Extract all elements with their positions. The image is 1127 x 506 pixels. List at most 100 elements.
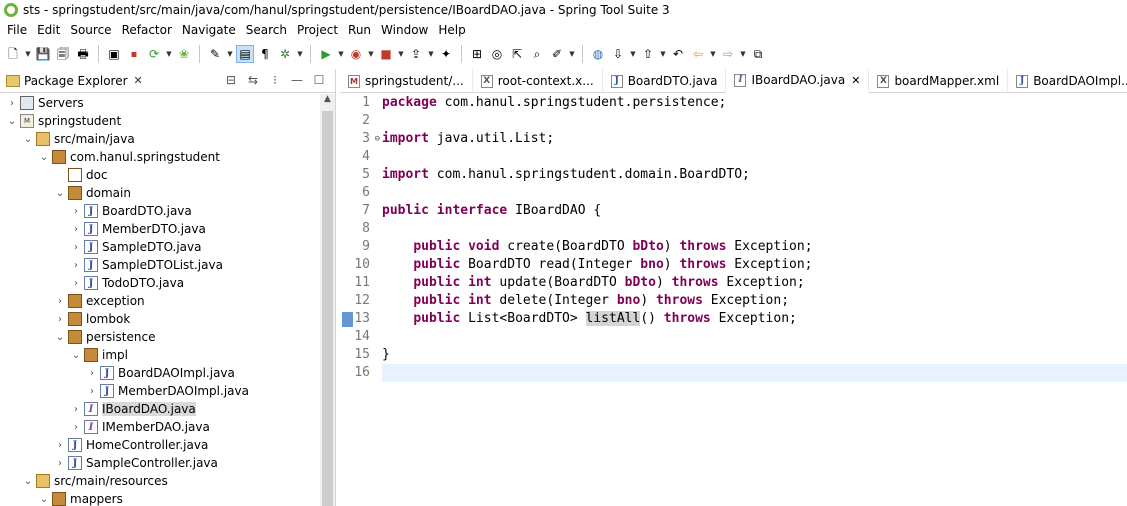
- code-line[interactable]: public int delete(Integer bno) throws Ex…: [382, 292, 1127, 310]
- code-line[interactable]: public List<BoardDTO> listAll() throws E…: [382, 310, 1127, 328]
- tree-item[interactable]: › exception: [0, 292, 320, 310]
- tree-item[interactable]: › J SampleDTO.java: [0, 238, 320, 256]
- view-menu-icon[interactable]: ⁝: [267, 73, 283, 87]
- code-line[interactable]: public int update(BoardDTO bDto) throws …: [382, 274, 1127, 292]
- expanded-chevron-icon[interactable]: ⌄: [22, 476, 34, 487]
- collapsed-chevron-icon[interactable]: ›: [54, 314, 66, 325]
- spring-icon[interactable]: ❀: [175, 45, 193, 63]
- new-type-icon[interactable]: ✦: [437, 45, 455, 63]
- next-annotation-icon[interactable]: ⇩: [609, 45, 627, 63]
- new-icon[interactable]: 🗋: [4, 45, 22, 63]
- code-line[interactable]: [382, 112, 1127, 130]
- prev-annotation-icon[interactable]: ⇧: [639, 45, 657, 63]
- code-line[interactable]: public void create(BoardDTO bDto) throws…: [382, 238, 1127, 256]
- tree-item[interactable]: › J SampleDTOList.java: [0, 256, 320, 274]
- code-line[interactable]: }: [382, 346, 1127, 364]
- terminal-icon[interactable]: ▣: [105, 45, 123, 63]
- menu-source[interactable]: Source: [65, 23, 116, 37]
- dropdown-arrow-icon[interactable]: ▼: [739, 45, 747, 63]
- dropdown-arrow-icon[interactable]: ▼: [427, 45, 435, 63]
- dropdown-arrow-icon[interactable]: ▼: [367, 45, 375, 63]
- collapsed-chevron-icon[interactable]: ›: [70, 224, 82, 235]
- close-icon[interactable]: ✕: [134, 74, 143, 87]
- collapsed-chevron-icon[interactable]: ›: [70, 206, 82, 217]
- code-line[interactable]: import java.util.List;: [382, 130, 1127, 148]
- deploy-icon[interactable]: ⇪: [407, 45, 425, 63]
- link-with-editor-icon[interactable]: ⇆: [245, 73, 261, 87]
- save-all-icon[interactable]: 🗐: [54, 45, 72, 63]
- collapsed-chevron-icon[interactable]: ›: [54, 440, 66, 451]
- refresh-icon[interactable]: ⟳: [145, 45, 163, 63]
- open-perspective-icon[interactable]: ⧉: [749, 45, 767, 63]
- dropdown-arrow-icon[interactable]: ▼: [226, 45, 234, 63]
- code-text[interactable]: package com.hanul.springstudent.persiste…: [382, 94, 1127, 506]
- block-selection-icon[interactable]: ▤: [236, 45, 254, 63]
- collapsed-chevron-icon[interactable]: ›: [86, 368, 98, 379]
- code-editor[interactable]: 1 2 3 ⊖ 4 5 6 7 8 9 10 11 12 13 14 15 16 package com.han…: [340, 94, 1127, 506]
- collapse-all-icon[interactable]: ⊟: [223, 73, 239, 87]
- forward-icon[interactable]: ⇨: [719, 45, 737, 63]
- code-line[interactable]: [382, 328, 1127, 346]
- tree-item[interactable]: ⌄ mappers: [0, 490, 320, 506]
- print-icon[interactable]: 🖶: [74, 45, 92, 63]
- expanded-chevron-icon[interactable]: ⌄: [70, 350, 82, 361]
- tree-item[interactable]: › J MemberDAOImpl.java: [0, 382, 320, 400]
- tree-item[interactable]: › J BoardDAOImpl.java: [0, 364, 320, 382]
- tree-item[interactable]: › J TodoDTO.java: [0, 274, 320, 292]
- tree-item[interactable]: › J BoardDTO.java: [0, 202, 320, 220]
- tree-item[interactable]: ⌄ com.hanul.springstudent: [0, 148, 320, 166]
- collapsed-chevron-icon[interactable]: ›: [70, 242, 82, 253]
- last-edit-icon[interactable]: ↶: [669, 45, 687, 63]
- collapsed-chevron-icon[interactable]: ›: [54, 296, 66, 307]
- menu-refactor[interactable]: Refactor: [117, 23, 177, 37]
- code-line[interactable]: import com.hanul.springstudent.domain.Bo…: [382, 166, 1127, 184]
- back-icon[interactable]: ⇦: [689, 45, 707, 63]
- editor-tab[interactable]: I IBoardDAO.java ✕: [726, 69, 870, 93]
- open-type-icon[interactable]: ⇱: [508, 45, 526, 63]
- expanded-chevron-icon[interactable]: ⌄: [6, 116, 18, 127]
- collapsed-chevron-icon[interactable]: ›: [70, 404, 82, 415]
- dropdown-arrow-icon[interactable]: ▼: [568, 45, 576, 63]
- close-icon[interactable]: ✕: [851, 74, 860, 87]
- run-icon[interactable]: ▶: [317, 45, 335, 63]
- minimize-icon[interactable]: —: [289, 73, 305, 87]
- editor-tab[interactable]: Xroot-context.x...: [473, 69, 603, 93]
- expanded-chevron-icon[interactable]: ⌄: [54, 332, 66, 343]
- dropdown-arrow-icon[interactable]: ▼: [337, 45, 345, 63]
- dropdown-arrow-icon[interactable]: ▼: [296, 45, 304, 63]
- menu-window[interactable]: Window: [376, 23, 433, 37]
- dropdown-arrow-icon[interactable]: ▼: [24, 45, 32, 63]
- editor-tab[interactable]: Mspringstudent/...: [340, 69, 473, 93]
- expanded-chevron-icon[interactable]: ⌄: [22, 134, 34, 145]
- collapsed-chevron-icon[interactable]: ›: [70, 422, 82, 433]
- search-icon[interactable]: ⌕: [528, 45, 546, 63]
- dropdown-arrow-icon[interactable]: ▼: [709, 45, 717, 63]
- mark-occurrences-icon[interactable]: ✎: [206, 45, 224, 63]
- collapsed-chevron-icon[interactable]: ›: [70, 278, 82, 289]
- tree-item[interactable]: › J SampleController.java: [0, 454, 320, 472]
- menu-edit[interactable]: Edit: [32, 23, 65, 37]
- new-class-icon[interactable]: ◎: [488, 45, 506, 63]
- stop-server-icon[interactable]: ■: [377, 45, 395, 63]
- expanded-chevron-icon[interactable]: ⌄: [54, 188, 66, 199]
- code-line[interactable]: [382, 220, 1127, 238]
- tree-item[interactable]: › Servers: [0, 94, 320, 112]
- tree-item[interactable]: ⌄ src/main/resources: [0, 472, 320, 490]
- menu-file[interactable]: File: [2, 23, 32, 37]
- tree-item[interactable]: › I IMemberDAO.java: [0, 418, 320, 436]
- menu-run[interactable]: Run: [343, 23, 376, 37]
- code-line[interactable]: package com.hanul.springstudent.persiste…: [382, 94, 1127, 112]
- expanded-chevron-icon[interactable]: ⌄: [38, 152, 50, 163]
- collapsed-chevron-icon[interactable]: ›: [86, 386, 98, 397]
- dropdown-arrow-icon[interactable]: ▼: [629, 45, 637, 63]
- fold-toggle-icon[interactable]: ⊖: [375, 130, 380, 148]
- tree-item[interactable]: doc: [0, 166, 320, 184]
- stop-icon[interactable]: ⏹: [125, 45, 143, 63]
- tree-item[interactable]: ⌄ impl: [0, 346, 320, 364]
- tree-item[interactable]: ⌄ src/main/java: [0, 130, 320, 148]
- pin-icon[interactable]: ✐: [548, 45, 566, 63]
- tree-item[interactable]: ⌄ domain: [0, 184, 320, 202]
- new-package-icon[interactable]: ⊞: [468, 45, 486, 63]
- collapsed-chevron-icon[interactable]: ›: [54, 458, 66, 469]
- expanded-chevron-icon[interactable]: ⌄: [38, 494, 50, 505]
